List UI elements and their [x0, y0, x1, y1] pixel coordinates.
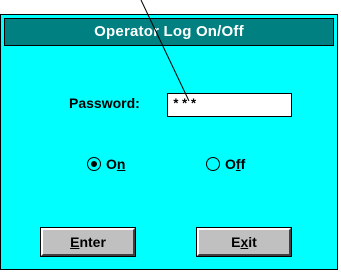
- enter-button[interactable]: Enter: [40, 227, 136, 257]
- password-field[interactable]: ***: [167, 93, 292, 117]
- title-bar[interactable]: Operator Log On/Off: [4, 18, 334, 46]
- exit-button[interactable]: Exit: [196, 227, 292, 257]
- operator-log-dialog: Operator Log On/Off Password: *** On Off…: [0, 14, 338, 270]
- radio-on[interactable]: On: [87, 156, 125, 172]
- radio-checked-icon: [87, 157, 101, 171]
- dialog-title: Operator Log On/Off: [94, 23, 244, 40]
- screenshot-stage: Operator Log On/Off Password: *** On Off…: [0, 0, 341, 272]
- radio-on-label: On: [106, 156, 126, 172]
- radio-off[interactable]: Off: [206, 156, 245, 172]
- radio-unchecked-icon: [206, 157, 220, 171]
- password-label: Password:: [69, 95, 140, 111]
- radio-off-label: Off: [225, 156, 246, 172]
